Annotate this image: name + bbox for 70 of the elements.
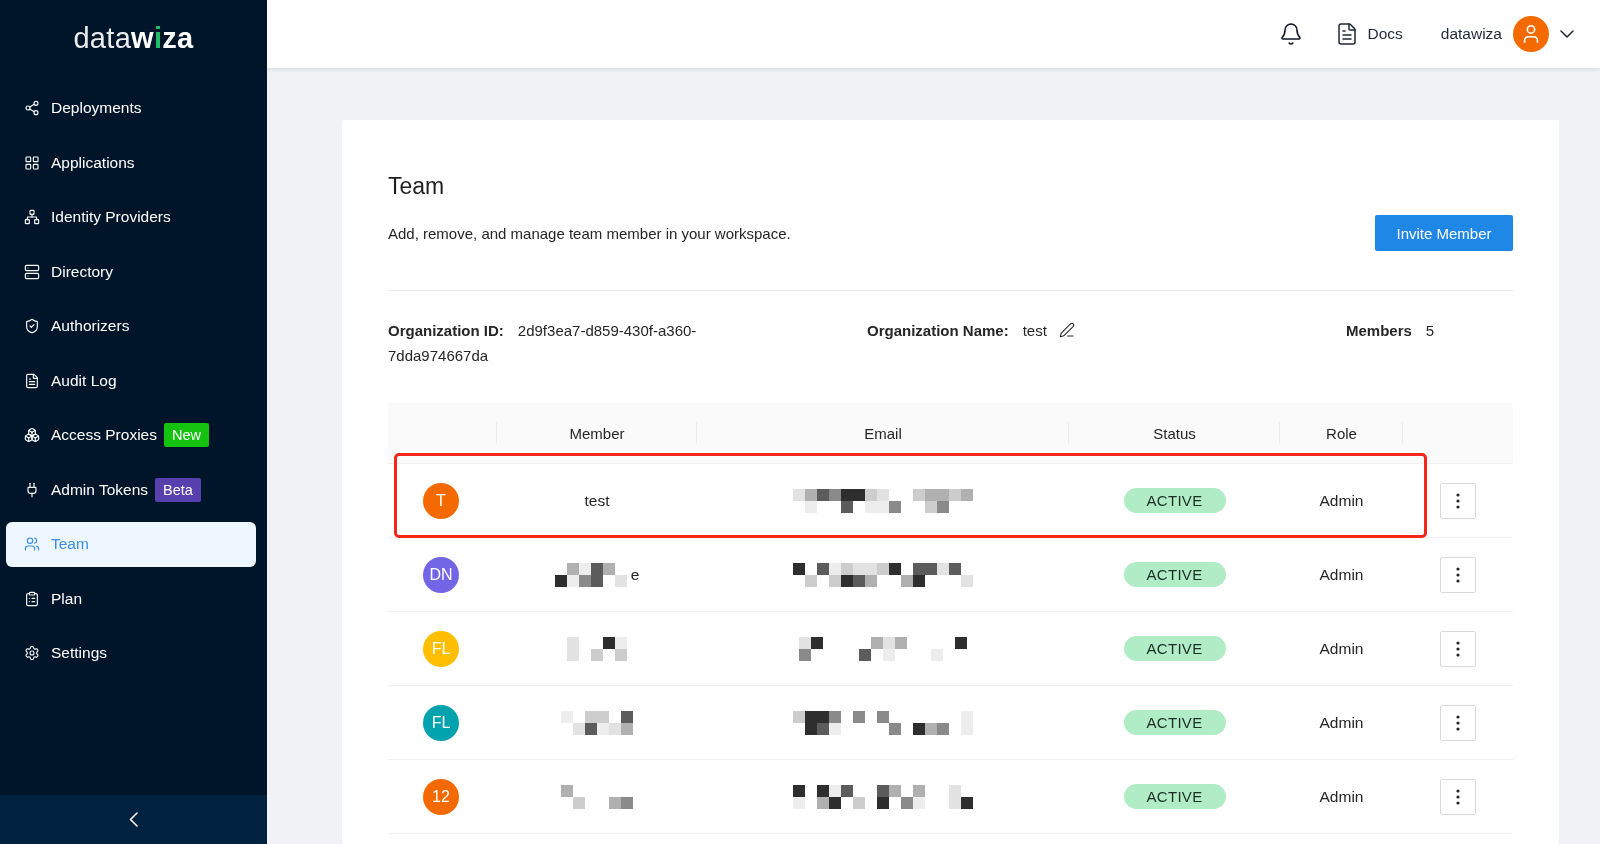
edit-icon[interactable] <box>1058 322 1075 338</box>
sidebar-item[interactable]: Plan <box>6 576 256 621</box>
page-title: Team <box>388 172 446 200</box>
document-icon <box>24 372 40 389</box>
row-actions-button[interactable] <box>1440 482 1476 519</box>
settings-icon <box>24 645 40 661</box>
organization-id-text: Organization ID: 2d9f3ea7-d859-430f-a360-7dda974667da <box>388 321 698 366</box>
role-text: Admin <box>1319 565 1364 584</box>
member-avatar: FL <box>423 630 459 667</box>
clipboard-icon <box>24 590 40 607</box>
page-description: Add, remove, and manage team member in your workspace. <box>388 224 791 242</box>
more-options-icon <box>1456 714 1460 731</box>
row-actions-button[interactable] <box>1440 778 1476 815</box>
users-icon <box>24 536 40 552</box>
feature-badge: New <box>163 423 209 447</box>
member-avatar: T <box>423 482 459 519</box>
sidebar-item[interactable]: Audit Log <box>6 358 256 403</box>
row-actions-button[interactable] <box>1440 630 1476 667</box>
chevron-left-icon <box>129 812 138 827</box>
members-count: 5 <box>1425 322 1435 339</box>
more-options-icon <box>1456 640 1460 657</box>
hierarchy-icon <box>24 209 40 225</box>
column-header: Member <box>569 424 625 442</box>
sidebar-item[interactable]: Settings <box>6 630 256 676</box>
member-name: e <box>630 565 640 584</box>
status-tag: ACTIVE <box>1123 488 1226 513</box>
role-text: Admin <box>1319 491 1364 510</box>
role-text: Admin <box>1319 713 1364 732</box>
member-name: test <box>584 491 610 510</box>
status-tag: ACTIVE <box>1123 562 1226 587</box>
member-avatar: DN <box>423 556 459 593</box>
nodes-icon <box>24 100 40 116</box>
column-header: Email <box>864 424 902 442</box>
more-options-icon <box>1456 492 1460 509</box>
column-header: Status <box>1153 424 1196 442</box>
shield-check-icon <box>24 318 40 334</box>
bell-icon[interactable] <box>1279 22 1304 46</box>
more-options-icon <box>1456 566 1460 583</box>
more-options-icon <box>1456 788 1460 805</box>
chevron-down-icon <box>1560 30 1574 38</box>
sidebar-item[interactable]: Identity Providers <box>6 194 256 240</box>
sidebar-item[interactable]: Access Proxies New <box>6 412 256 458</box>
role-text: Admin <box>1319 639 1364 658</box>
members-label: Members <box>1346 322 1412 339</box>
member-avatar: FL <box>423 704 459 741</box>
invite-member-button[interactable]: Invite Member <box>1375 215 1513 251</box>
status-tag: ACTIVE <box>1123 710 1226 735</box>
user-menu[interactable]: datawiza <box>1440 16 1574 52</box>
sidebar-item[interactable]: Applications <box>6 140 256 185</box>
org-name-label: Organization Name: <box>867 322 1009 339</box>
boxes-icon <box>24 427 40 443</box>
status-tag: ACTIVE <box>1123 784 1226 809</box>
datawiza-logo: datawiza <box>73 23 194 53</box>
sidebar-item[interactable]: Authorizers <box>6 303 256 349</box>
sidebar-item[interactable]: Admin Tokens Beta <box>6 467 256 512</box>
org-name-value: test <box>1022 322 1047 339</box>
column-header: Role <box>1326 424 1357 442</box>
sidebar-item[interactable]: Directory <box>6 249 256 294</box>
row-actions-button[interactable] <box>1440 704 1476 741</box>
feature-badge: Beta <box>155 477 201 502</box>
plug-icon <box>24 481 40 498</box>
row-actions-button[interactable] <box>1440 556 1476 593</box>
sidebar-item[interactable]: Deployments <box>6 85 256 131</box>
server-icon <box>24 263 40 280</box>
grid-icon <box>24 154 40 171</box>
member-avatar: 12 <box>423 778 459 815</box>
docs-link[interactable]: Docs <box>1335 22 1403 46</box>
status-tag: ACTIVE <box>1123 636 1226 661</box>
role-text: Admin <box>1319 787 1364 806</box>
user-avatar-icon <box>1513 16 1549 52</box>
